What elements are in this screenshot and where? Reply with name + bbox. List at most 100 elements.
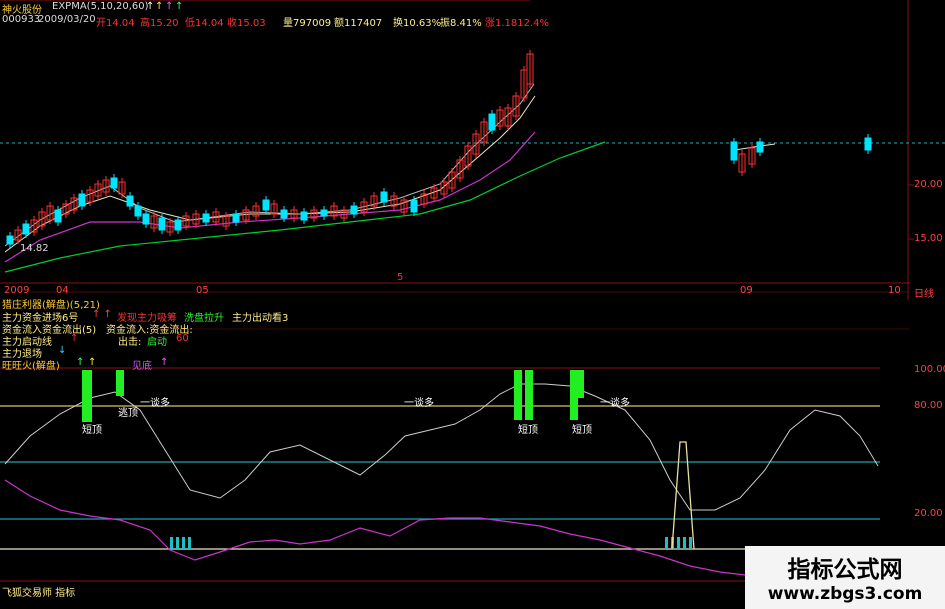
- open-price: 开14.04: [96, 18, 135, 29]
- lower-title: 旺旺火(解盘): [2, 361, 60, 372]
- amplitude: 振8.41%: [440, 18, 482, 29]
- mid-line4-arrow: ↑: [70, 333, 79, 344]
- candle-body: [134, 205, 142, 217]
- low-price: 低14.04: [185, 18, 224, 29]
- date-10: 10: [888, 285, 901, 296]
- bottom-signal-bar: [170, 537, 173, 549]
- wait-label-3: 一谈多: [600, 398, 630, 409]
- bottom-signal-bar: [182, 537, 185, 549]
- mid-line4-b: 出击:: [118, 337, 142, 348]
- lower-axis-20: 20.00: [914, 508, 943, 519]
- indicator-name: EXPMA(5,10,20,60): [52, 1, 149, 12]
- date-daily: 日线: [914, 289, 934, 300]
- date-04: 04: [56, 285, 69, 296]
- mid-line2-arrows: ↑ ↑: [92, 309, 112, 320]
- signal-bar: [514, 370, 522, 420]
- signal-bar: [116, 370, 124, 396]
- short-top-label-2: 短顶: [518, 425, 538, 436]
- candle: [142, 210, 150, 228]
- expma-5-line: [4, 83, 535, 247]
- candle: [38, 208, 46, 230]
- candle: [70, 194, 78, 214]
- candle: [202, 210, 210, 226]
- bottom-signal-bar: [683, 537, 686, 549]
- candle: [78, 190, 86, 210]
- candle: [480, 118, 488, 146]
- candle: [6, 232, 14, 248]
- candle: [420, 190, 428, 208]
- candle-body: [54, 209, 62, 223]
- candle: [370, 192, 378, 210]
- candle-body: [488, 113, 496, 131]
- quote-date: 2009/03/20: [38, 14, 96, 25]
- candle-body: [300, 211, 308, 221]
- candle: [174, 216, 182, 234]
- candle-body: [78, 193, 86, 207]
- expma-lines: [4, 83, 776, 273]
- date-05: 05: [196, 285, 209, 296]
- candle-body: [350, 205, 358, 215]
- candle: [864, 134, 872, 154]
- footer-label: 飞狐交易师 指标: [2, 588, 76, 599]
- bottom-signal-bar: [689, 537, 692, 549]
- short-top-label-1: 短顶: [82, 425, 102, 436]
- mid-line5-arrow: ↓: [58, 345, 67, 356]
- candle: [118, 178, 126, 198]
- wait-label-1: 一谈多: [140, 398, 170, 409]
- bottom-signal-bar: [188, 537, 191, 549]
- candle: [62, 200, 70, 218]
- candle-body: [730, 141, 738, 161]
- candle: [270, 200, 278, 218]
- candle: [380, 188, 388, 206]
- volume: 量797009: [283, 18, 332, 29]
- close-price: 收15.03: [227, 18, 266, 29]
- marker-5: 5: [397, 272, 404, 283]
- indicator-lines: [4, 370, 879, 576]
- candle-body: [320, 209, 328, 217]
- candle: [410, 196, 418, 216]
- candle: [126, 192, 134, 210]
- chart-canvas: [0, 0, 945, 582]
- candle-body: [110, 177, 118, 189]
- signal-bar: [525, 370, 533, 420]
- mid-line2-d: 主力出动看3: [232, 313, 289, 324]
- candle: [748, 144, 756, 168]
- mid-line4-d: 60: [176, 333, 189, 344]
- candle-body: [142, 213, 150, 225]
- arrow-2: ↑: [155, 1, 164, 12]
- signal-bar: [82, 370, 92, 422]
- bottom-signal-bar: [665, 537, 668, 549]
- price-label-20: 20.00: [914, 179, 943, 190]
- change: 涨1.1812.4%: [485, 18, 550, 29]
- lower-label-b-arrow: ↑: [160, 357, 169, 368]
- candle: [488, 110, 496, 134]
- turnover: 换10.63%: [393, 18, 442, 29]
- watermark: 指标公式网 www.zbgs3.com: [745, 546, 945, 609]
- stock-code: 000933: [2, 14, 41, 25]
- candle: [110, 174, 118, 192]
- candle: [252, 202, 260, 220]
- candle: [232, 210, 240, 226]
- low-mark: 14.82: [20, 243, 49, 254]
- amount: 额117407: [334, 18, 383, 29]
- lower-axis-80: 80.00: [914, 400, 943, 411]
- candle: [350, 202, 358, 218]
- lower-arrow-1: ↑: [76, 357, 85, 368]
- candle: [456, 156, 464, 182]
- candle: [300, 208, 308, 224]
- candle: [730, 138, 738, 164]
- candle-body: [232, 213, 240, 223]
- mid-line4-c: 启动: [147, 337, 167, 348]
- candle-body: [22, 223, 30, 235]
- pulse-line: [671, 441, 695, 550]
- candle: [102, 176, 110, 196]
- candle: [150, 212, 158, 232]
- signal-bar: [578, 370, 584, 398]
- date-09: 09: [740, 285, 753, 296]
- candle: [390, 192, 398, 210]
- price-label-15: 15.00: [914, 233, 943, 244]
- candle-body: [864, 137, 872, 151]
- candle-body: [756, 141, 764, 153]
- candle-body: [280, 209, 288, 219]
- candle: [520, 66, 528, 102]
